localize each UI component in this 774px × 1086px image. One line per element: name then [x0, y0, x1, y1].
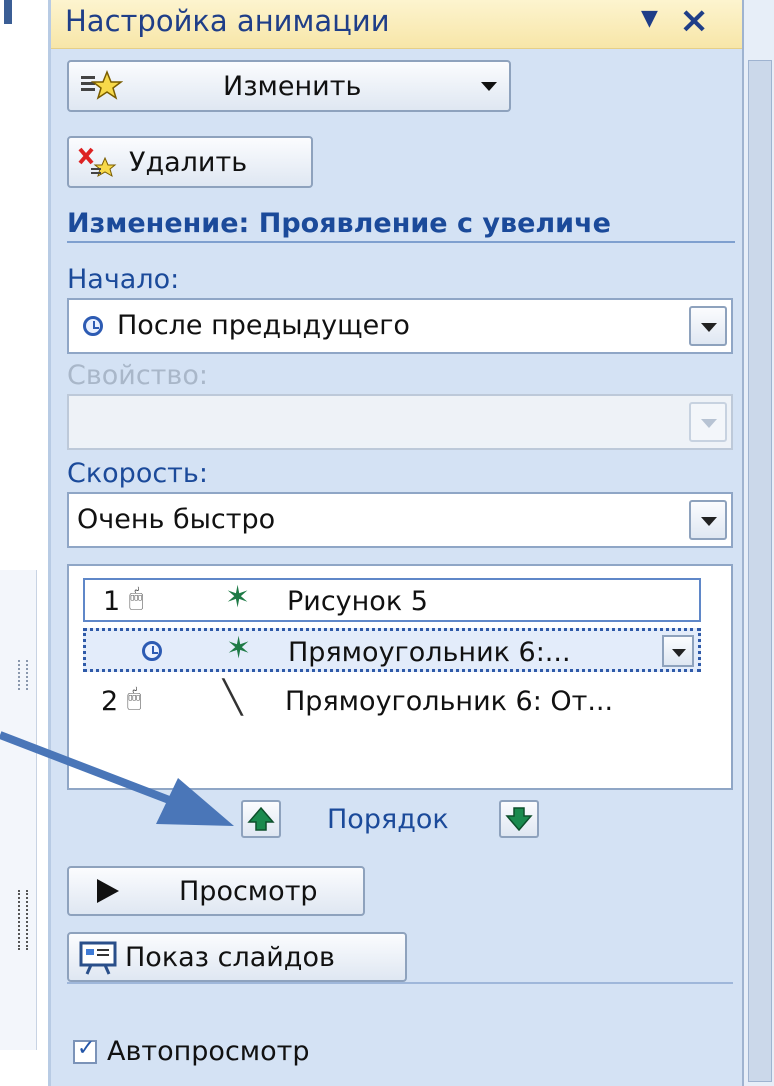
- move-down-icon: [505, 807, 533, 832]
- change-button-label: Изменить: [223, 71, 362, 102]
- property-label: Свойство:: [67, 360, 208, 391]
- item-name: Прямоугольник 6: От...: [285, 686, 614, 717]
- pane-title: Настройка анимации: [65, 4, 390, 38]
- speed-label: Скорость:: [67, 458, 208, 489]
- order-label: Порядок: [327, 804, 449, 835]
- preview-button[interactable]: Просмотр: [67, 866, 365, 916]
- autopreview-checkbox[interactable]: [73, 1036, 97, 1064]
- start-combo[interactable]: После предыдущего: [67, 298, 733, 354]
- item-order-number: 2: [101, 686, 119, 717]
- motion-path-icon: ╲: [223, 678, 243, 716]
- play-icon: [97, 879, 119, 903]
- move-up-button[interactable]: [241, 800, 281, 838]
- autopreview-label: Автопросмотр: [107, 1036, 310, 1067]
- divider: [67, 982, 733, 984]
- mouse-icon: 🖱: [127, 684, 142, 712]
- item-name: Рисунок 5: [287, 586, 428, 617]
- clock-icon: [142, 641, 162, 661]
- effect-section-title: Изменение: Проявление с увеличе: [67, 208, 735, 243]
- slideshow-button-label: Показ слайдов: [125, 942, 335, 973]
- move-down-button[interactable]: [499, 800, 539, 838]
- start-label: Начало:: [67, 264, 180, 295]
- chevron-down-icon: [481, 82, 497, 91]
- start-dropdown-button[interactable]: [689, 306, 727, 346]
- clock-icon: [83, 316, 103, 336]
- slide-pane-edge: [0, 570, 37, 1050]
- splitter-grip[interactable]: [18, 660, 28, 690]
- item-name: Прямоугольник 6:...: [288, 637, 571, 668]
- speed-dropdown-button[interactable]: [689, 500, 727, 540]
- move-up-icon: [247, 806, 275, 831]
- change-effect-button[interactable]: Изменить: [67, 60, 511, 112]
- preview-button-label: Просмотр: [179, 876, 318, 907]
- splitter-grip-lower[interactable]: [18, 890, 28, 950]
- property-combo: [67, 394, 733, 450]
- left-app-strip: [0, 0, 48, 1086]
- slideshow-icon: [79, 941, 117, 975]
- delete-effect-button[interactable]: Удалить: [67, 136, 313, 188]
- scrollbar[interactable]: [748, 60, 772, 1082]
- close-icon[interactable]: ×: [679, 0, 709, 41]
- left-edge-marker: [4, 0, 12, 24]
- delete-effect-icon: [78, 147, 117, 178]
- property-dropdown-button: [689, 402, 727, 442]
- dropdown-arrow-icon[interactable]: ▼: [641, 6, 658, 31]
- entrance-star-icon: ✶: [226, 631, 252, 666]
- list-item[interactable]: ✶ Прямоугольник 6:...: [83, 628, 701, 672]
- mouse-icon: 🖱: [129, 584, 144, 612]
- delete-button-label: Удалить: [129, 147, 248, 178]
- slideshow-button[interactable]: Показ слайдов: [67, 932, 407, 982]
- item-dropdown-button[interactable]: [662, 635, 694, 667]
- pane-titlebar: Настройка анимации ▼ ×: [51, 0, 745, 49]
- list-item[interactable]: 2 🖱 ╲ Прямоугольник 6: От...: [83, 678, 701, 724]
- entrance-star-icon: ✶: [225, 580, 251, 615]
- start-value: После предыдущего: [117, 310, 410, 341]
- animation-list[interactable]: 1 🖱 ✶ Рисунок 5 ✶ Прямоугольник 6:... 2 …: [67, 564, 733, 790]
- speed-value: Очень быстро: [77, 504, 276, 535]
- speed-combo[interactable]: Очень быстро: [67, 492, 733, 548]
- list-item[interactable]: 1 🖱 ✶ Рисунок 5: [83, 578, 701, 622]
- window-edge: [742, 0, 774, 1086]
- star-effects-icon: [81, 70, 123, 100]
- custom-animation-pane: Настройка анимации ▼ × Изменить Удалить …: [48, 0, 745, 1086]
- item-order-number: 1: [103, 586, 121, 617]
